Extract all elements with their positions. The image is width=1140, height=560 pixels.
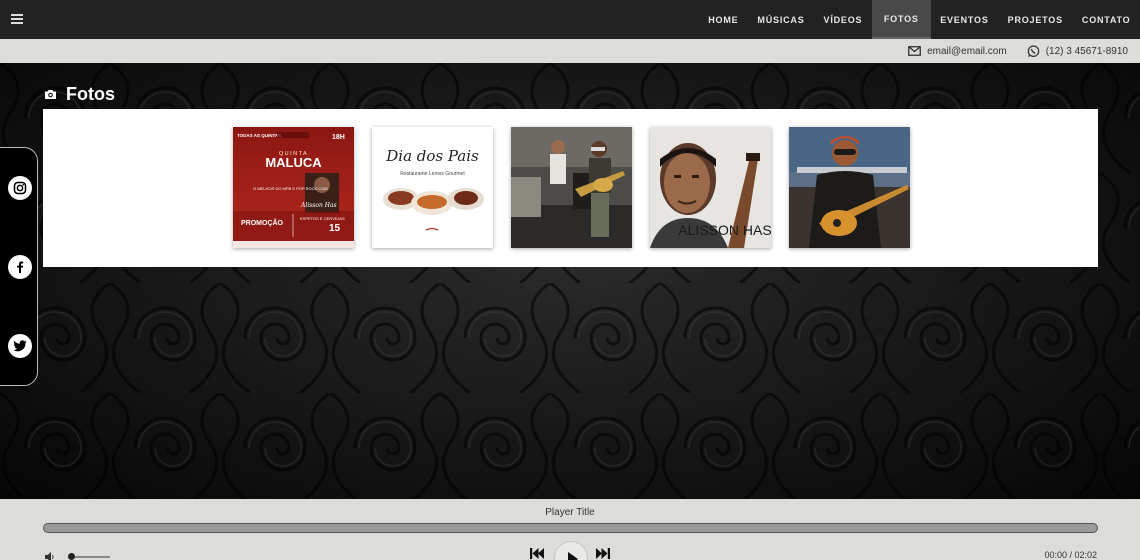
social-sidebar	[0, 147, 38, 386]
poster-line-7: PROMOÇÃO	[241, 218, 284, 227]
portrait-caption: ALISSON HAS	[678, 222, 771, 238]
phone-text: (12) 3 45671-8910	[1045, 45, 1128, 57]
nav-eventos[interactable]: EVENTOS	[931, 0, 998, 39]
top-navbar: HOME MÚSICAS VÍDEOS FOTOS EVENTOS PROJET…	[0, 0, 1140, 39]
whatsapp-icon	[1027, 44, 1040, 57]
dia-dos-pais-subtitle: Restaurante Lemos Gourmet	[400, 171, 465, 177]
next-track-icon[interactable]	[595, 547, 610, 560]
volume-slider-knob[interactable]	[68, 553, 75, 560]
photo-thumbnail-band[interactable]	[511, 127, 632, 248]
hamburger-menu-icon[interactable]	[11, 14, 23, 24]
volume-icon[interactable]	[45, 552, 55, 560]
contact-bar: email@email.com (12) 3 45671-8910	[0, 39, 1140, 63]
photo-thumbnail-poster[interactable]: TODAS AS QUINTAS 18H QUINTA MALUCA O MEL…	[233, 127, 354, 248]
audio-player: Player Title 00:00 / 02:02	[0, 499, 1140, 560]
instagram-icon[interactable]	[8, 176, 32, 200]
nav-videos[interactable]: VÍDEOS	[814, 0, 872, 39]
page-title: Fotos	[66, 84, 115, 104]
nav-home[interactable]: HOME	[699, 0, 748, 39]
nav-projetos[interactable]: PROJETOS	[998, 0, 1072, 39]
camera-icon	[45, 90, 56, 99]
dia-dos-pais-title: Dia dos Pais	[385, 147, 479, 165]
poster-line-8: ESPETOS E CERVEJAS	[300, 216, 345, 221]
contact-email[interactable]: email@email.com	[908, 46, 1007, 57]
play-button[interactable]	[554, 541, 588, 560]
player-title: Player Title	[545, 507, 595, 518]
email-text: email@email.com	[927, 45, 1007, 57]
poster-line-4: MALUCA	[265, 155, 322, 170]
facebook-icon[interactable]	[8, 255, 32, 279]
poster-line-1: TODAS AS QUINTAS	[237, 133, 281, 138]
poster-line-9: 15	[329, 223, 341, 234]
previous-track-icon[interactable]	[530, 547, 545, 560]
photo-thumbnail-guitar[interactable]	[789, 127, 910, 248]
play-icon	[568, 552, 578, 560]
poster-line-6: Alisson Has	[300, 202, 337, 209]
player-progress-bar[interactable]	[43, 523, 1098, 533]
poster-line-2: 18H	[332, 134, 345, 141]
photo-thumbnail-dia-dos-pais[interactable]: Dia dos Pais Restaurante Lemos Gourmet	[372, 127, 493, 248]
nav-contato[interactable]: CONTATO	[1072, 0, 1140, 39]
photo-thumbnail-portrait[interactable]: ALISSON HAS	[650, 127, 771, 248]
nav-fotos[interactable]: FOTOS	[871, 0, 931, 39]
volume-slider-track[interactable]	[70, 556, 110, 558]
envelope-icon	[908, 46, 921, 56]
twitter-icon[interactable]	[8, 334, 32, 358]
section-title: Fotos	[44, 84, 115, 105]
nav-menu: HOME MÚSICAS VÍDEOS FOTOS EVENTOS PROJET…	[699, 0, 1140, 39]
player-time: 00:00 / 02:02	[1044, 550, 1097, 560]
poster-line-5: O MELHOR DO MPB E POP ROCK COM	[253, 186, 328, 191]
nav-musicas[interactable]: MÚSICAS	[748, 0, 814, 39]
photo-gallery: TODAS AS QUINTAS 18H QUINTA MALUCA O MEL…	[43, 109, 1098, 267]
contact-phone[interactable]: (12) 3 45671-8910	[1027, 44, 1128, 58]
